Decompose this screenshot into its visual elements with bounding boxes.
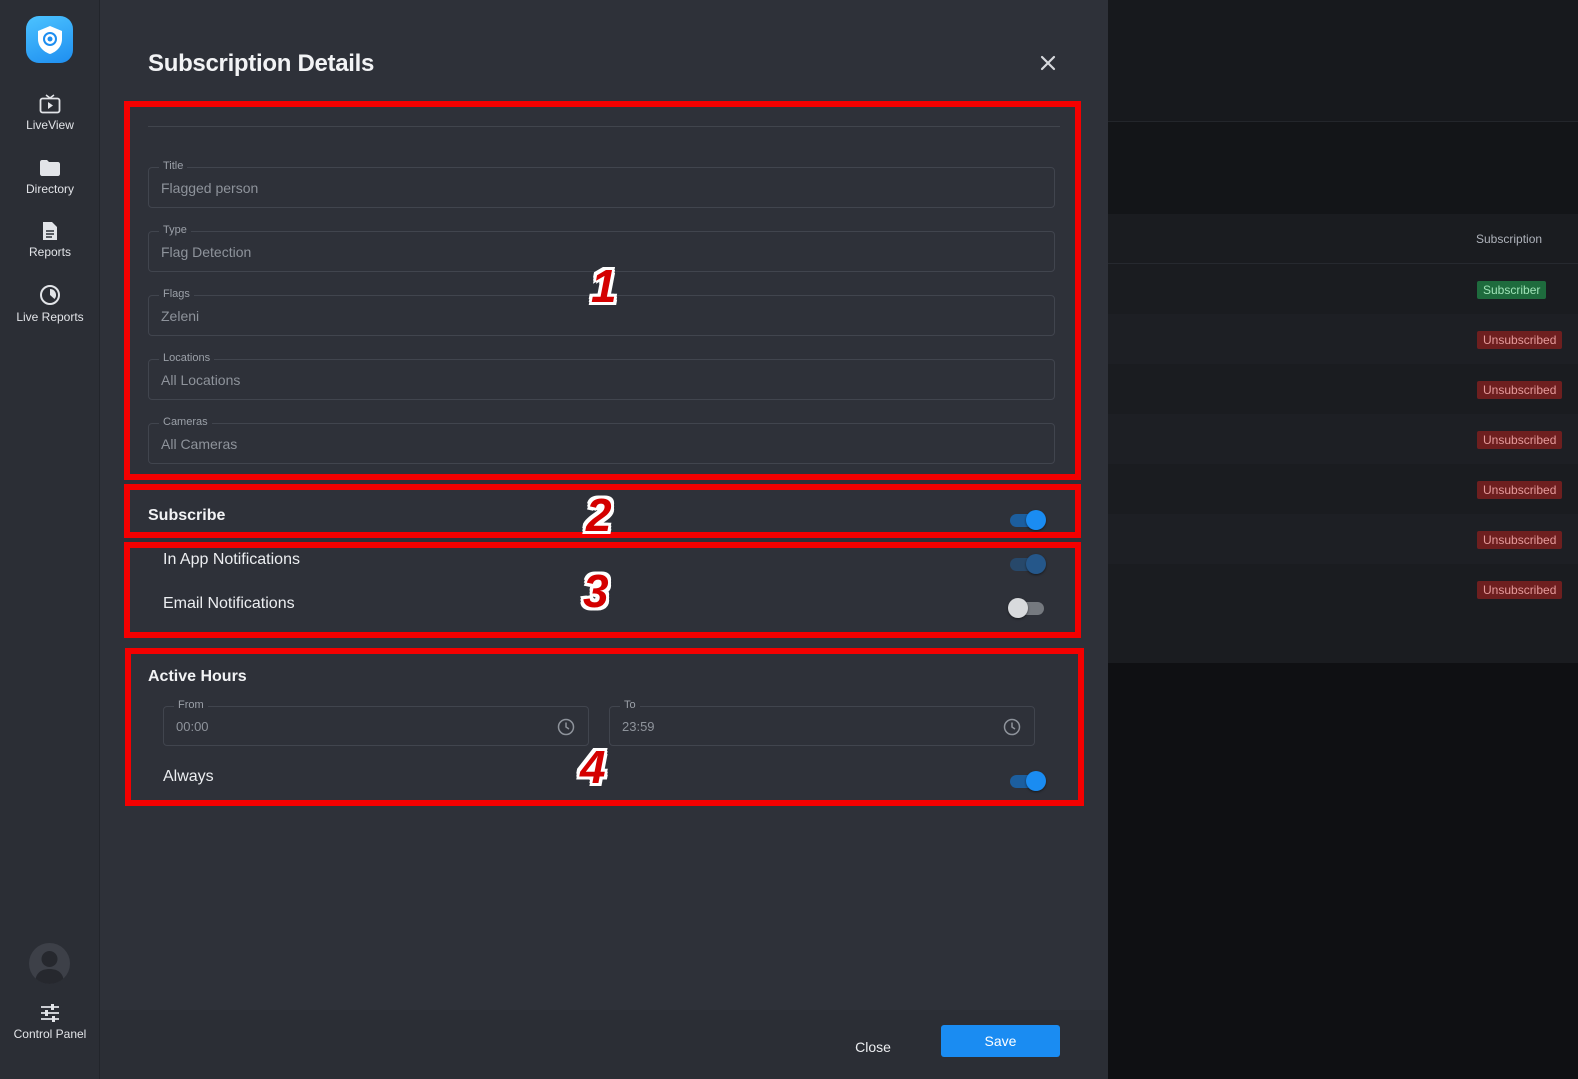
sidebar-item-directory[interactable]: Directory bbox=[0, 158, 100, 196]
sidebar-item-label: LiveView bbox=[26, 118, 74, 132]
avatar[interactable] bbox=[29, 943, 70, 984]
background-band bbox=[1108, 122, 1578, 214]
folder-icon bbox=[40, 160, 60, 176]
table-row[interactable]: Unsubscribed bbox=[1108, 314, 1578, 364]
sidebar-item-control-panel[interactable]: Control Panel bbox=[0, 1003, 100, 1041]
annotation-number-2: 2 bbox=[586, 489, 612, 541]
table-row[interactable]: Unsubscribed bbox=[1108, 514, 1578, 564]
sidebar: LiveView Directory Reports Live Reports bbox=[0, 0, 100, 1079]
modal-footer: Close Save bbox=[100, 1010, 1108, 1079]
column-header-subscription: Subscription bbox=[1476, 232, 1543, 246]
document-icon bbox=[43, 222, 57, 240]
sidebar-item-label: Reports bbox=[28, 245, 72, 259]
table-row[interactable]: Unsubscribed bbox=[1108, 564, 1578, 614]
annotation-number-3: 3 bbox=[583, 565, 609, 617]
status-badge: Unsubscribed bbox=[1477, 581, 1563, 599]
close-footer-button[interactable]: Close bbox=[845, 1032, 901, 1062]
status-badge: Unsubscribed bbox=[1477, 381, 1563, 399]
save-button[interactable]: Save bbox=[941, 1025, 1060, 1057]
sidebar-item-live-reports[interactable]: Live Reports bbox=[0, 284, 100, 324]
table-row[interactable]: Subscriber bbox=[1108, 264, 1578, 314]
table-row[interactable]: Unsubscribed bbox=[1108, 464, 1578, 514]
sidebar-item-reports[interactable]: Reports bbox=[0, 221, 100, 259]
background-header bbox=[1108, 0, 1578, 122]
status-badge: Unsubscribed bbox=[1477, 531, 1563, 549]
shield-eye-icon bbox=[37, 25, 62, 54]
close-icon bbox=[1040, 55, 1056, 71]
table-row[interactable]: Unsubscribed bbox=[1108, 414, 1578, 464]
close-button[interactable] bbox=[1037, 52, 1059, 74]
status-badge: Subscriber bbox=[1477, 281, 1547, 299]
table-header: Subscription bbox=[1108, 214, 1578, 264]
annotation-number-4: 4 bbox=[580, 741, 606, 793]
sidebar-item-label: Control Panel bbox=[13, 1027, 87, 1041]
sidebar-item-label: Live Reports bbox=[16, 310, 84, 324]
sidebar-item-liveview[interactable]: LiveView bbox=[0, 94, 100, 132]
status-badge: Unsubscribed bbox=[1477, 431, 1563, 449]
status-badge: Unsubscribed bbox=[1477, 481, 1563, 499]
sliders-icon bbox=[41, 1004, 59, 1022]
annotation-number-1: 1 bbox=[591, 260, 617, 312]
page-title: Subscription Details bbox=[148, 50, 375, 77]
status-badge: Unsubscribed bbox=[1477, 331, 1563, 349]
user-silhouette-icon bbox=[35, 951, 64, 984]
subscriptions-table: Subscription Subscriber Unsubscribed Uns… bbox=[1108, 214, 1578, 663]
table-row[interactable]: Unsubscribed bbox=[1108, 364, 1578, 414]
chart-pie-icon bbox=[40, 285, 60, 305]
sidebar-item-label: Directory bbox=[25, 182, 74, 196]
tv-play-icon bbox=[39, 94, 61, 114]
app-logo[interactable] bbox=[26, 16, 73, 63]
